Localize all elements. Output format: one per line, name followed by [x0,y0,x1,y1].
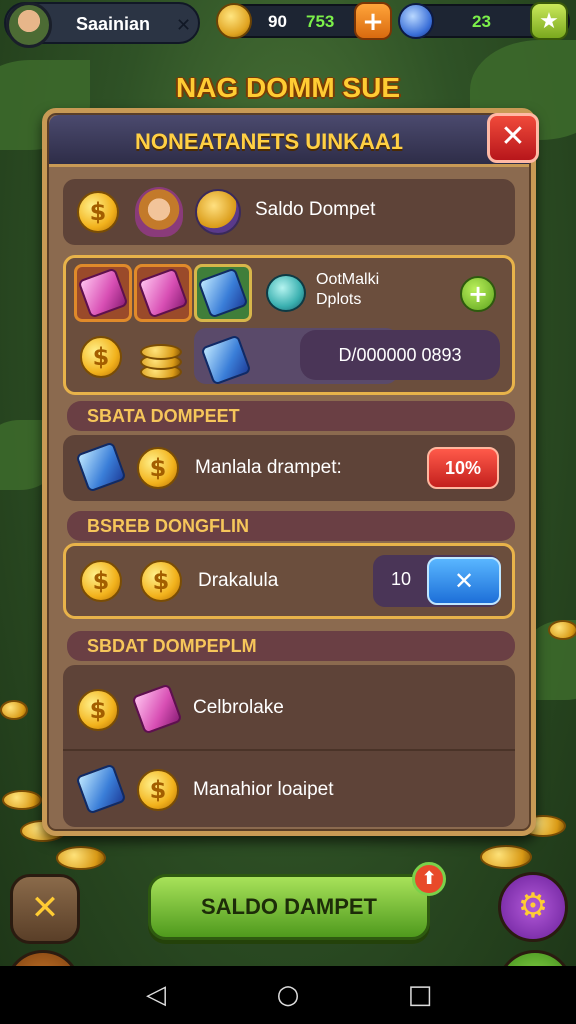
pink-crystal-slot[interactable] [134,264,192,322]
profile-close-icon[interactable]: ✕ [176,15,191,36]
teal-orb-icon [266,274,306,312]
gold-coin-icon: $ [140,560,182,602]
gold-coin-icon: $ [77,191,119,233]
gem-value: 753 [306,12,335,31]
energy-counter: 23 ★ [398,2,570,40]
pink-gem-slot[interactable] [74,264,132,322]
panel-title: NONEATANETS UINKAA1 [134,129,404,154]
blue-box-icon [197,267,249,319]
player-profile[interactable]: Saainian ✕ [4,2,200,48]
quantity-stepper: 10 ✕ [373,555,501,607]
gold-value: 90 [268,12,287,31]
character-icon [135,187,183,237]
player-avatar [6,2,52,48]
wrench-icon: ✕ [30,888,60,928]
saldo-dompet-row[interactable]: $ Saldo Dompet [63,179,515,245]
section1-label: SBATA DOMPEET [67,401,515,431]
settings-button[interactable]: ⚙ [498,872,568,942]
gold-coin-icon: $ [80,336,122,378]
notification-badge[interactable]: ⬆ [412,862,446,896]
section3-label: SBDAT DOMPEPLM [67,631,515,661]
gold-coin-icon: $ [137,769,179,811]
divider [63,749,515,751]
section3-row1-label: Celbrolake [193,697,284,718]
blue-crystal-icon [75,441,127,493]
stepper-clear-button[interactable]: ✕ [427,557,501,605]
screen-title: NAG DOMM SUE [176,72,400,103]
coin-stack-icon [140,338,184,382]
section3-box: $ Celbrolake $ Manahior loaipet [63,665,515,827]
close-icon: ✕ [453,567,475,595]
energy-value: 23 [472,12,491,31]
stepper-value: 10 [391,569,412,589]
gold-gem-icon [216,3,252,39]
gold-gem-counter: 90 753 + [216,2,392,40]
add-gold-button[interactable]: + [354,2,392,40]
blue-crystal-icon [398,3,434,39]
tools-button[interactable]: ✕ [10,874,80,944]
add-item-button[interactable]: + [460,276,496,312]
gear-icon: ⚙ [517,886,549,926]
grid-label-line2: Dplots [316,291,362,308]
player-name: Saainian [76,14,151,34]
saldo-dompet-button[interactable]: SALDO DAMPET [148,874,430,940]
back-icon[interactable]: ◁ [136,980,176,1010]
section1-row-label: Manlala drampet: [195,457,342,478]
section2-label: BSREB DONGFLIN [67,511,515,541]
pink-gem-icon [131,683,183,735]
energy-star-button[interactable]: ★ [530,2,568,40]
system-nav-bar: ◁ ○ □ [0,966,576,1024]
saldo-label: Saldo Dompet [255,199,376,220]
balance-display: D/000000 0893 [300,330,500,380]
recents-icon[interactable]: □ [400,980,440,1010]
grid-label-line1: OotMalki [316,271,380,288]
wallet-panel: NONEATANETS UINKAA1 ✕ $ Saldo Dompet Oot… [42,108,539,836]
home-nav-icon[interactable]: ○ [268,980,308,1010]
magic-wand-icon [195,189,241,235]
pink-crystal-icon [137,267,189,319]
discount-badge[interactable]: 10% [427,447,499,489]
section3-row2-label: Manahior loaipet [193,779,334,800]
gold-coin-icon: $ [137,447,179,489]
gold-coin-icon: $ [80,560,122,602]
plus-icon: + [467,280,489,308]
green-gem-slot[interactable] [194,264,252,322]
blue-crystal-icon [75,763,127,815]
section1-row[interactable]: $ Manlala drampet: 10% [63,435,515,501]
top-hud: Saainian ✕ 90 753 + 23 ★ [0,0,576,48]
section2-row-label: Drakalula [198,570,279,591]
gold-coin-icon: $ [77,689,119,731]
pink-gem-icon [77,267,129,319]
close-icon: ✕ [500,119,526,154]
panel-header: NONEATANETS UINKAA1 ✕ [49,113,539,167]
close-button[interactable]: ✕ [487,113,539,163]
items-grid-box: OotMalki Dplots + $ D/000000 0893 [63,255,515,395]
